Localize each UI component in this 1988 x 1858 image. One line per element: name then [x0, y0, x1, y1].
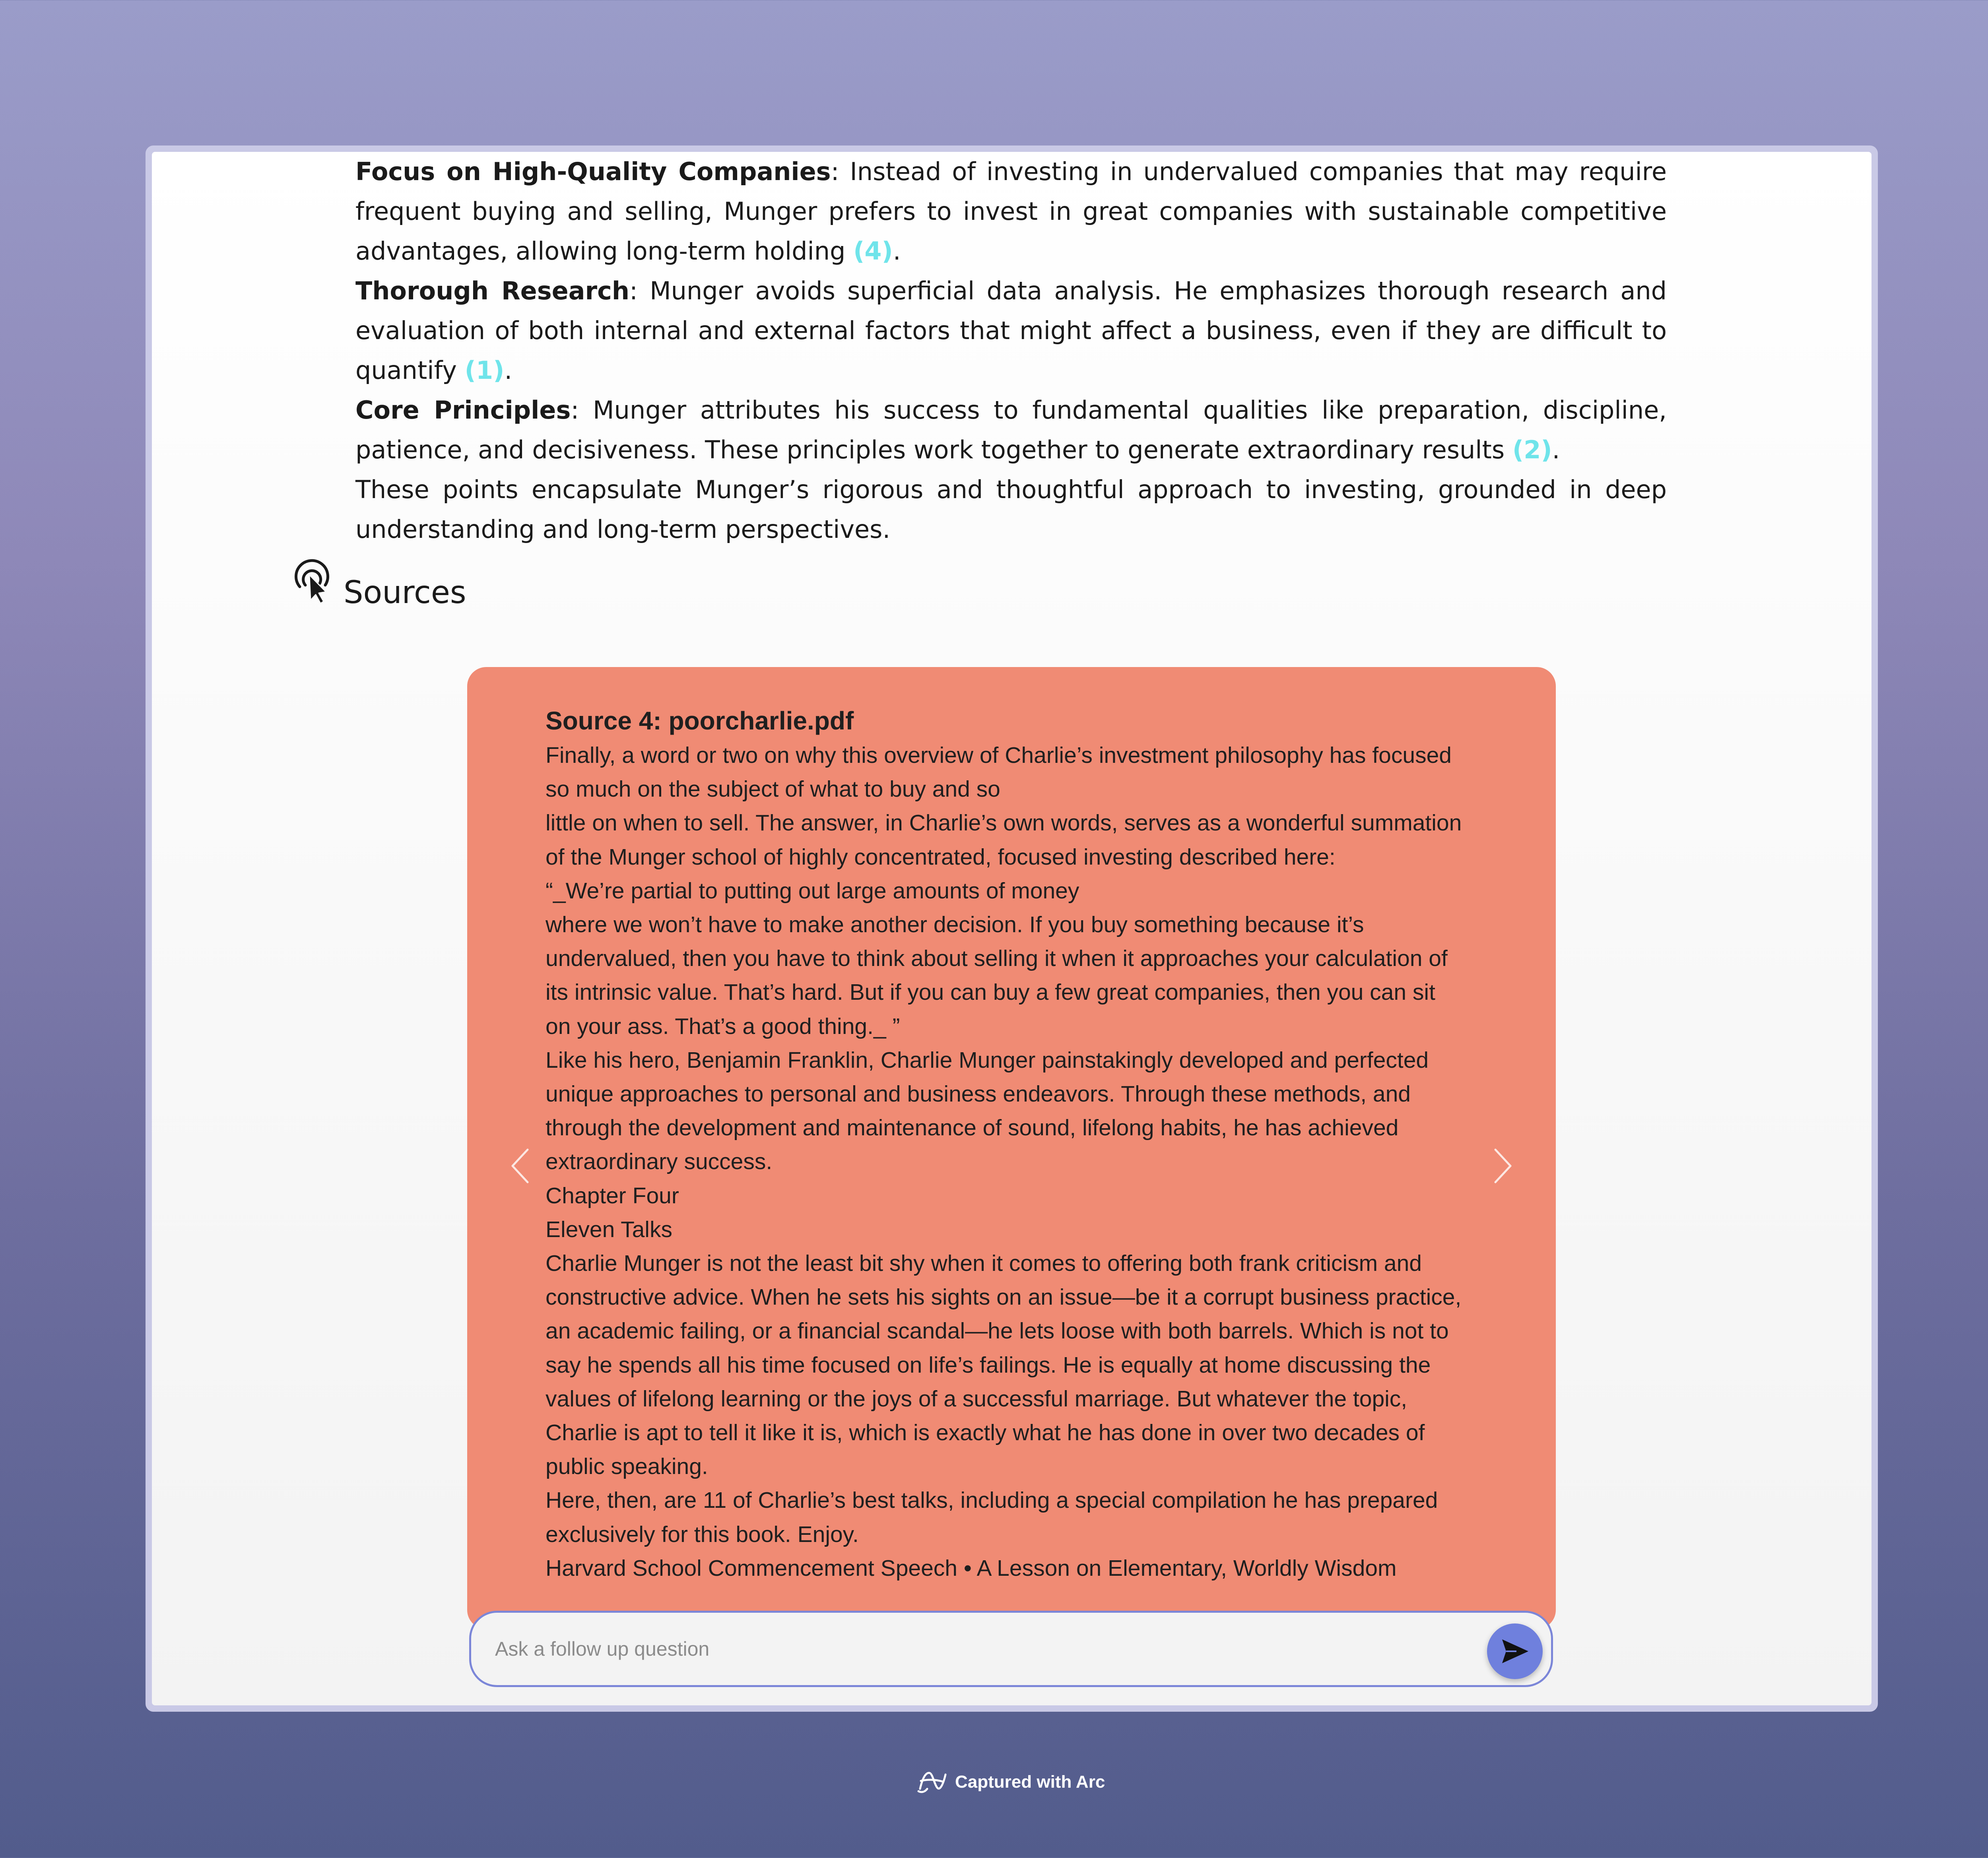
page-content: Focus on High-Quality Companies: Instead…	[152, 152, 1872, 1705]
source-line: constructive advice. When he sets his si…	[546, 1284, 1462, 1310]
citation-link[interactable]: (2)	[1512, 435, 1552, 464]
footer-label: Captured with Arc	[955, 1772, 1105, 1792]
source-line: Eleven Talks	[546, 1216, 672, 1242]
answer-text: Focus on High-Quality Companies: Instead…	[355, 152, 1667, 549]
chevron-left-icon[interactable]	[507, 1144, 535, 1188]
source-line: unique approaches to personal and busine…	[546, 1081, 1411, 1107]
source-line: Harvard School Commencement Speech • A L…	[546, 1555, 1397, 1581]
source-line: exclusively for this book. Enjoy.	[546, 1521, 859, 1547]
source-line: of the Munger school of highly concentra…	[546, 844, 1336, 870]
point-title: Focus on High-Quality Companies	[355, 157, 831, 186]
source-line: say he spends all his time focused on li…	[546, 1352, 1431, 1378]
answer-point: Thorough Research: Munger avoids superfi…	[355, 271, 1667, 390]
answer-point: Focus on High-Quality Companies: Instead…	[355, 152, 1667, 271]
citation-link[interactable]: (1)	[465, 356, 505, 385]
source-line: so much on the subject of what to buy an…	[546, 776, 1000, 802]
pointer-click-icon	[295, 559, 329, 604]
arc-logo-icon	[917, 1772, 947, 1793]
point-title: Thorough Research	[355, 276, 629, 305]
source-line: undervalued, then you have to think abou…	[546, 946, 1448, 972]
followup-bar	[469, 1611, 1553, 1687]
source-line: Charlie is apt to tell it like it is, wh…	[546, 1420, 1425, 1446]
source-line: “_We’re partial to putting out large amo…	[546, 878, 1079, 904]
source-line: through the development and maintenance …	[546, 1115, 1399, 1141]
source-line: an academic failing, or a financial scan…	[546, 1318, 1449, 1344]
answer-point: Core Principles: Munger attributes his s…	[355, 390, 1667, 470]
source-line: Chapter Four	[546, 1183, 679, 1208]
point-end: .	[1552, 435, 1560, 464]
source-line: values of lifelong learning or the joys …	[546, 1386, 1408, 1412]
point-end: .	[893, 237, 901, 266]
send-icon	[1502, 1639, 1528, 1663]
source-line: little on when to sell. The answer, in C…	[546, 810, 1462, 836]
source-title: Source 4: poorcharlie.pdf	[546, 706, 854, 735]
followup-input[interactable]	[494, 1629, 1450, 1669]
point-end: .	[504, 356, 513, 385]
source-line: Here, then, are 11 of Charlie’s best tal…	[546, 1488, 1438, 1513]
point-title: Core Principles	[355, 396, 571, 425]
sources-title: Sources	[344, 575, 466, 611]
source-line: on your ass. That’s a good thing._ ”	[546, 1013, 900, 1039]
chevron-right-icon[interactable]	[1488, 1144, 1516, 1188]
source-card: Source 4: poorcharlie.pdf Finally, a wor…	[467, 667, 1556, 1629]
source-line: extraordinary success.	[546, 1149, 773, 1175]
source-line: Like his hero, Benjamin Franklin, Charli…	[546, 1047, 1429, 1073]
citation-link[interactable]: (4)	[853, 237, 893, 266]
source-line: Charlie Munger is not the least bit shy …	[546, 1251, 1422, 1276]
send-button[interactable]	[1487, 1623, 1543, 1679]
source-line: its intrinsic value. That’s hard. But if…	[546, 979, 1435, 1005]
browser-window: Focus on High-Quality Companies: Instead…	[146, 145, 1878, 1712]
source-line: Finally, a word or two on why this overv…	[546, 743, 1452, 768]
source-text: Source 4: poorcharlie.pdf Finally, a wor…	[546, 703, 1492, 1585]
answer-summary: These points encapsulate Munger’s rigoro…	[355, 475, 1667, 544]
source-line: public speaking.	[546, 1454, 708, 1480]
source-line: where we won’t have to make another deci…	[546, 912, 1364, 938]
